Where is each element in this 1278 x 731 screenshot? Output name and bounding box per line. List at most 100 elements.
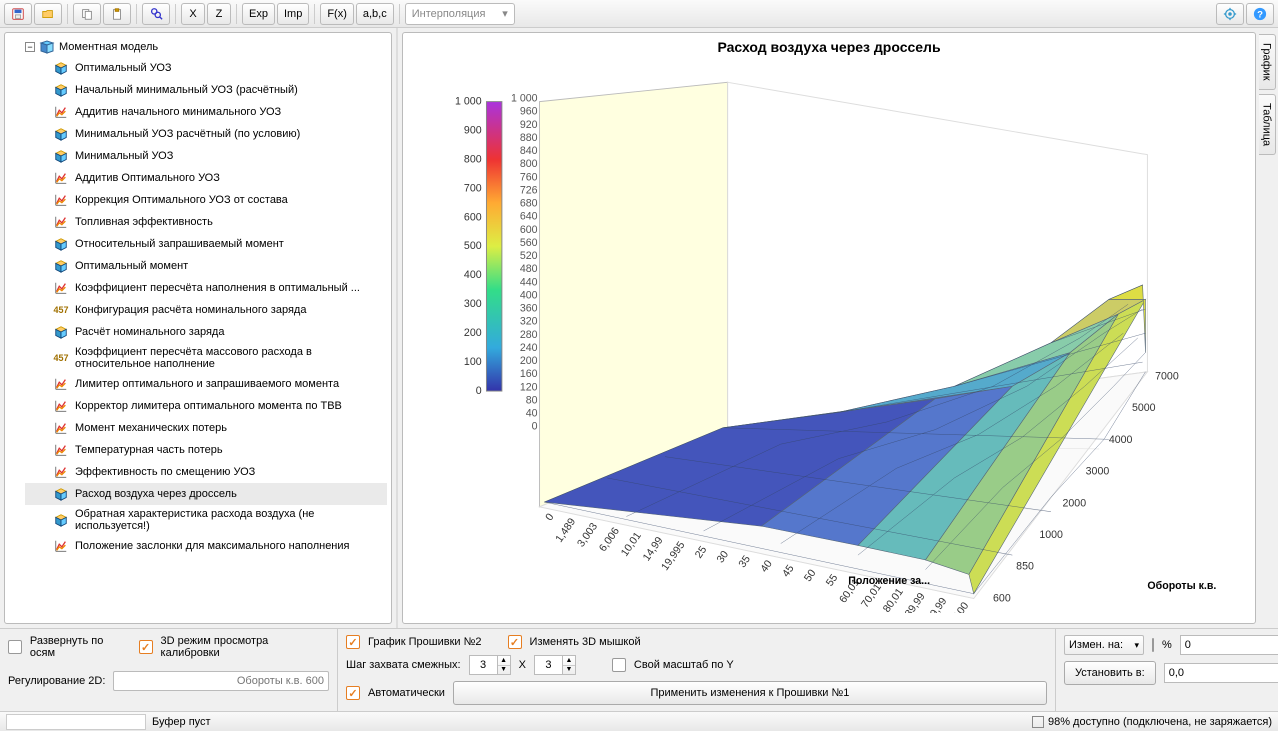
tab-chart[interactable]: График [1259,34,1276,90]
settings-button[interactable] [1216,3,1244,25]
axis-x-button[interactable]: X [181,3,205,25]
open-button[interactable] [34,3,62,25]
abc-button[interactable]: a,b,c [356,3,394,25]
tree-item[interactable]: Положение заслонки для максимального нап… [25,535,387,557]
bottom-left-panel: Развернуть по осям 3D режим просмотра ка… [0,629,338,711]
svg-text:10,01: 10,01 [619,530,644,559]
tree-item-label: Минимальный УОЗ [75,150,173,162]
apply-changes-button[interactable]: Применить изменения к Прошивки №1 [453,681,1047,705]
tree-item-label: Корректор лимитера оптимального момента … [75,400,342,412]
svg-text:760: 760 [520,171,538,183]
svg-text:0: 0 [532,421,538,433]
svg-text:400: 400 [520,289,538,301]
step-label: Шаг захвата смежных: [346,659,461,671]
tree-item[interactable]: Момент механических потерь [25,417,387,439]
svg-text:?: ? [1257,9,1263,20]
buffer-status: Буфер пуст [152,716,211,728]
tree-item[interactable]: Коррекция Оптимального УОЗ от состава [25,189,387,211]
svg-text:600: 600 [464,211,482,223]
tree-item[interactable]: Аддитив начального минимального УОЗ [25,101,387,123]
num-icon: 457 [53,350,69,366]
cube-icon [53,236,69,252]
save-button[interactable] [4,3,32,25]
vertical-tabs: График Таблица [1256,28,1278,628]
x-axis-label: Положение за... [848,575,930,587]
fx-button[interactable]: F(x) [320,3,354,25]
mode-3d-checkbox[interactable] [139,640,153,654]
svg-text:1 000: 1 000 [455,95,482,107]
auto-checkbox[interactable] [346,686,360,700]
tree-item[interactable]: Минимальный УОЗ [25,145,387,167]
status-checkbox[interactable] [1032,716,1044,728]
chart-panel: Расход воздуха через дроссель [402,32,1256,624]
svg-text:100: 100 [951,600,971,613]
tree-item[interactable]: 457 Коэффициент пересчёта массового расхо… [25,343,387,373]
svg-text:850: 850 [1016,561,1034,573]
tree-item[interactable]: 457Конфигурация расчёта номинального зар… [25,299,387,321]
svg-text:300: 300 [464,298,482,310]
axis-z-button[interactable]: Z [207,3,231,25]
svg-text:40: 40 [526,408,538,420]
interpolation-select[interactable]: Интерполяция [405,3,515,25]
tree-item[interactable]: Относительный запрашиваемый момент [25,233,387,255]
svg-text:1 000: 1 000 [511,93,538,105]
tree-item-label: Момент механических потерь [75,422,227,434]
percent-checkbox[interactable] [1152,638,1154,652]
tree-item[interactable]: Аддитив Оптимального УОЗ [25,167,387,189]
svg-text:960: 960 [520,106,538,118]
export-button[interactable]: Exp [242,3,275,25]
help-button[interactable]: ? [1246,3,1274,25]
tree-item[interactable]: Оптимальный УОЗ [25,57,387,79]
change-value-spinner[interactable]: ▲▼ [1180,635,1278,655]
own-scale-checkbox[interactable] [612,658,626,672]
svg-text:2000: 2000 [1063,497,1087,509]
reg-2d-input[interactable] [113,671,329,691]
cube-icon [53,486,69,502]
tree-item-label: Температурная часть потерь [75,444,223,456]
tree-item[interactable]: Расчёт номинального заряда [25,321,387,343]
tree-item[interactable]: Корректор лимитера оптимального момента … [25,395,387,417]
tree-item[interactable]: Обратная характеристика расхода воздуха … [25,505,387,535]
tree-item-label: Коэффициент пересчёта массового расхода … [75,346,385,370]
tree-item[interactable]: Эффективность по смещению УОЗ [25,461,387,483]
expand-axes-checkbox[interactable] [8,640,22,654]
tree-root-item[interactable]: − Моментная модель [25,37,387,57]
book-icon [39,39,55,55]
change-3d-checkbox[interactable] [508,635,522,649]
tree-item[interactable]: Температурная часть потерь [25,439,387,461]
svg-text:55: 55 [824,572,841,589]
find-button[interactable] [142,3,170,25]
tree-item[interactable]: Минимальный УОЗ расчётный (по условию) [25,123,387,145]
set-value-spinner[interactable]: ▲▼ [1164,663,1278,683]
percent-label: % [1162,639,1172,651]
tree-item[interactable]: Оптимальный момент [25,255,387,277]
tree-item[interactable]: Лимитер оптимального и запрашиваемого мо… [25,373,387,395]
main-area: − Моментная модель Оптимальный УОЗНачаль… [0,28,1278,628]
tree-item[interactable]: Начальный минимальный УОЗ (расчётный) [25,79,387,101]
tree-item-label: Расчёт номинального заряда [75,326,224,338]
tab-table[interactable]: Таблица [1259,94,1276,155]
firmware2-checkbox[interactable] [346,635,360,649]
step-x-spinner[interactable]: ▲▼ [469,655,511,675]
bottom-mid-panel: График Прошивки №2 Изменять 3D мышкой Ша… [338,629,1056,711]
right-pane: Расход воздуха через дроссель [398,28,1278,628]
step-y-spinner[interactable]: ▲▼ [534,655,576,675]
copy-button[interactable] [73,3,101,25]
paste-button[interactable] [103,3,131,25]
tree-item[interactable]: Топливная эффективность [25,211,387,233]
own-scale-label: Свой масштаб по Y [634,659,734,671]
tree-item[interactable]: Расход воздуха через дроссель [25,483,387,505]
import-button[interactable]: Imp [277,3,309,25]
set-to-button[interactable]: Установить в: [1064,661,1156,685]
chart-icon [53,464,69,480]
collapse-icon[interactable]: − [25,42,35,52]
chart-3d[interactable]: 01002003004005006007008009001 000 040801… [413,63,1245,613]
svg-text:160: 160 [520,368,538,380]
svg-text:700: 700 [464,182,482,194]
svg-text:800: 800 [520,158,538,170]
tree-item[interactable]: Коэффициент пересчёта наполнения в оптим… [25,277,387,299]
change-by-dropdown[interactable]: Измен. на: [1064,635,1144,655]
reg-2d-label: Регулирование 2D: [8,675,105,687]
calibration-tree[interactable]: − Моментная модель Оптимальный УОЗНачаль… [4,32,392,624]
svg-text:4000: 4000 [1109,434,1133,446]
